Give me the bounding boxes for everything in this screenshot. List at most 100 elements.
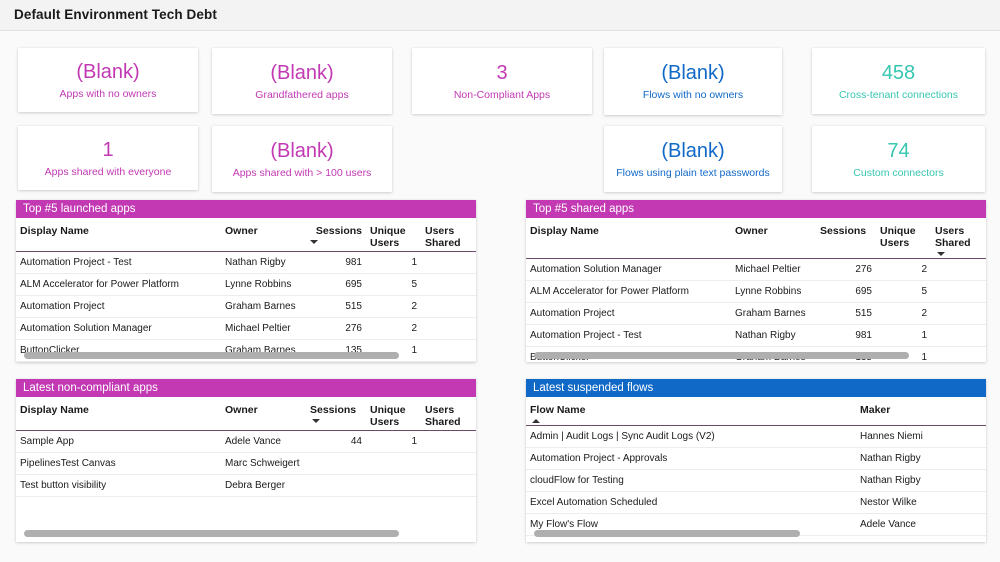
cell-users-shared [421, 431, 476, 453]
table-row[interactable]: Admin | Audit Logs | Sync Audit Logs (V2… [526, 426, 986, 448]
panel-body: Display Name Owner Sessions Unique Users [526, 218, 986, 362]
column-header-unique-users[interactable]: Unique Users [366, 397, 421, 431]
panel-body: Flow Name Maker Admin | Audit Logs | Syn… [526, 397, 986, 536]
table-row[interactable]: Excel Automation Scheduled Nestor Wilke [526, 492, 986, 514]
cell-owner: Lynne Robbins [731, 281, 816, 303]
column-header-sessions[interactable]: Sessions [306, 218, 366, 252]
column-label: Sessions [316, 225, 362, 237]
column-label: Users Shared [935, 225, 971, 249]
table-row[interactable]: Automation Solution Manager Michael Pelt… [526, 259, 986, 281]
cell-display-name: Automation Project - Test [16, 252, 221, 274]
kpi-card-flows-with-no-owners[interactable]: (Blank) Flows with no owners [604, 48, 782, 115]
table-row[interactable]: Automation Solution Manager Michael Pelt… [16, 318, 476, 340]
cell-display-name: Automation Project [526, 303, 731, 325]
column-label: Users Shared [425, 225, 461, 249]
column-label: Maker [860, 404, 890, 416]
cell-owner: Debra Berger [221, 475, 306, 497]
table-row[interactable]: cloudFlow for Testing Nathan Rigby [526, 470, 986, 492]
kpi-value: 3 [496, 61, 507, 85]
table-row[interactable]: Test button visibility Debra Berger [16, 475, 476, 497]
kpi-value: (Blank) [76, 60, 139, 84]
table-row[interactable]: PipelinesTest Canvas Marc Schweigert [16, 453, 476, 475]
column-header-users-shared[interactable]: Users Shared [931, 218, 986, 259]
cell-flow-name: Automation Project - Approvals [526, 448, 856, 470]
kpi-card-non-compliant-apps[interactable]: 3 Non-Compliant Apps [412, 48, 592, 114]
cell-sessions: 515 [306, 296, 366, 318]
table-body: Automation Project - Test Nathan Rigby 9… [16, 252, 476, 362]
cell-flow-name: cloudFlow for Testing [526, 470, 856, 492]
column-header-owner[interactable]: Owner [731, 218, 816, 259]
cell-sessions: 276 [306, 318, 366, 340]
cell-maker: Adele Vance [856, 514, 986, 536]
kpi-label: Custom connectors [853, 166, 943, 180]
column-header-owner[interactable]: Owner [221, 218, 306, 252]
kpi-card-flows-using-plain-text-passwords[interactable]: (Blank) Flows using plain text passwords [604, 126, 782, 192]
column-label: Display Name [530, 225, 599, 237]
cell-owner: Michael Peltier [731, 259, 816, 281]
cell-owner: Nathan Rigby [221, 252, 306, 274]
cell-unique-users: 2 [876, 259, 931, 281]
title-bar: Default Environment Tech Debt [0, 0, 1000, 31]
column-label: Owner [225, 404, 258, 416]
panel-top-launched-apps: Top #5 launched apps Display Name Owner … [16, 200, 476, 362]
table-body: Admin | Audit Logs | Sync Audit Logs (V2… [526, 426, 986, 536]
horizontal-scrollbar[interactable] [24, 352, 399, 359]
cell-users-shared [931, 325, 986, 347]
cell-display-name: Automation Solution Manager [526, 259, 731, 281]
sort-ascending-icon [532, 419, 540, 423]
column-header-users-shared[interactable]: Users Shared [421, 218, 476, 252]
table-top-launched-apps: Display Name Owner Sessions Unique Users [16, 218, 476, 362]
cell-owner: Michael Peltier [221, 318, 306, 340]
cell-users-shared [421, 318, 476, 340]
column-header-display-name[interactable]: Display Name [16, 397, 221, 431]
table-row[interactable]: Automation Project Graham Barnes 515 2 [526, 303, 986, 325]
cell-maker: Nestor Wilke [856, 492, 986, 514]
cell-sessions: 981 [306, 252, 366, 274]
table-latest-non-compliant-apps: Display Name Owner Sessions Unique Users [16, 397, 476, 497]
cell-sessions [306, 475, 366, 497]
cell-users-shared [421, 296, 476, 318]
horizontal-scrollbar[interactable] [534, 352, 909, 359]
column-header-flow-name[interactable]: Flow Name [526, 397, 856, 426]
column-header-users-shared[interactable]: Users Shared [421, 397, 476, 431]
cell-users-shared [421, 475, 476, 497]
cell-flow-name: Admin | Audit Logs | Sync Audit Logs (V2… [526, 426, 856, 448]
panel-top-shared-apps: Top #5 shared apps Display Name Owner Se… [526, 200, 986, 362]
column-header-owner[interactable]: Owner [221, 397, 306, 431]
table-row[interactable]: Automation Project - Test Nathan Rigby 9… [526, 325, 986, 347]
column-header-unique-users[interactable]: Unique Users [366, 218, 421, 252]
cell-users-shared [931, 303, 986, 325]
column-label: Unique Users [880, 225, 916, 249]
column-header-maker[interactable]: Maker [856, 397, 986, 426]
cell-display-name: Automation Solution Manager [16, 318, 221, 340]
column-header-display-name[interactable]: Display Name [526, 218, 731, 259]
kpi-card-apps-shared-with-100-users[interactable]: (Blank) Apps shared with > 100 users [212, 126, 392, 192]
table-row[interactable]: Automation Project Graham Barnes 515 2 [16, 296, 476, 318]
table-row[interactable]: ALM Accelerator for Power Platform Lynne… [526, 281, 986, 303]
column-header-sessions[interactable]: Sessions [816, 218, 876, 259]
column-header-sessions[interactable]: Sessions [306, 397, 366, 431]
column-header-display-name[interactable]: Display Name [16, 218, 221, 252]
kpi-card-custom-connectors[interactable]: 74 Custom connectors [812, 126, 985, 192]
sort-descending-icon [312, 419, 320, 423]
cell-unique-users: 1 [366, 431, 421, 453]
kpi-card-apps-with-no-owners[interactable]: (Blank) Apps with no owners [18, 48, 198, 112]
cell-unique-users: 2 [876, 303, 931, 325]
cell-unique-users [366, 475, 421, 497]
kpi-label: Apps shared with > 100 users [233, 166, 372, 180]
kpi-card-apps-shared-with-everyone[interactable]: 1 Apps shared with everyone [18, 126, 198, 190]
horizontal-scrollbar[interactable] [24, 530, 399, 537]
table-row[interactable]: Sample App Adele Vance 44 1 [16, 431, 476, 453]
column-label: Sessions [820, 225, 866, 237]
table-row[interactable]: ALM Accelerator for Power Platform Lynne… [16, 274, 476, 296]
table-row[interactable]: Automation Project - Approvals Nathan Ri… [526, 448, 986, 470]
kpi-card-grandfathered-apps[interactable]: (Blank) Grandfathered apps [212, 48, 392, 114]
kpi-card-cross-tenant-connections[interactable]: 458 Cross-tenant connections [812, 48, 985, 114]
cell-flow-name: Excel Automation Scheduled [526, 492, 856, 514]
kpi-label: Non-Compliant Apps [454, 88, 550, 102]
cell-sessions: 695 [306, 274, 366, 296]
table-row[interactable]: Automation Project - Test Nathan Rigby 9… [16, 252, 476, 274]
column-header-unique-users[interactable]: Unique Users [876, 218, 931, 259]
horizontal-scrollbar[interactable] [534, 530, 800, 537]
dashboard-page: Default Environment Tech Debt (Blank) Ap… [0, 0, 1000, 562]
